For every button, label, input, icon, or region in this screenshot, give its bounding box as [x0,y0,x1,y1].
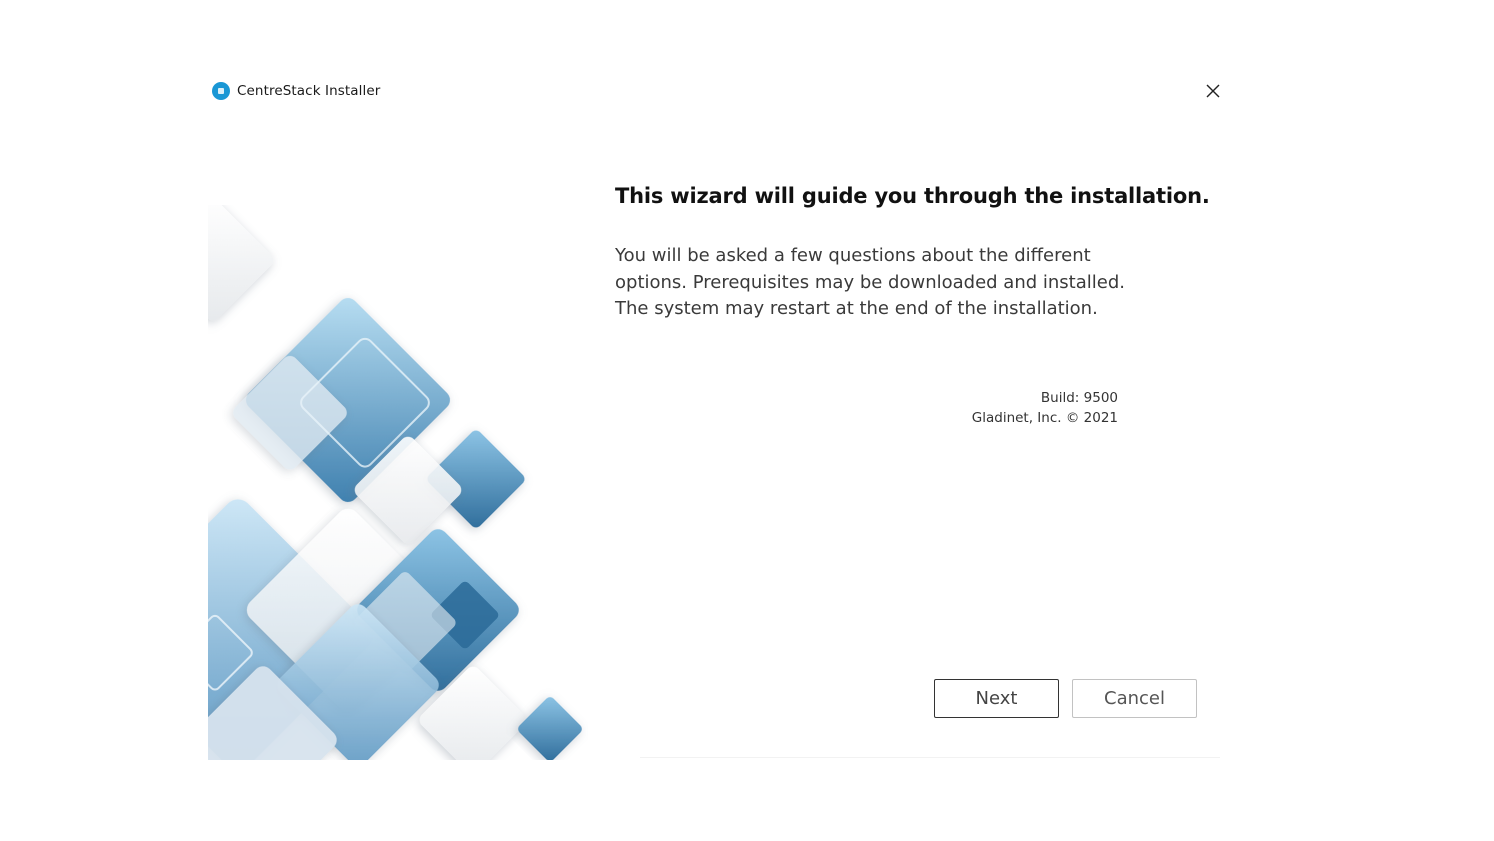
description-text: You will be asked a few questions about … [615,243,1135,323]
build-number: Build: 9500 [1040,390,1118,406]
decorative-diamond-illustration [208,205,588,760]
window-title: CentreStack Installer [237,83,381,99]
cancel-button[interactable]: Cancel [1072,679,1197,718]
installer-window: CentreStack Installer This wizard will g… [0,0,1494,841]
white-diamond [208,205,274,321]
title-bar: CentreStack Installer [212,80,380,102]
build-info: Build: 9500 Gladinet, Inc. © 2021 [900,388,1118,428]
close-button[interactable] [1200,78,1226,104]
centrestack-logo-icon [212,82,230,100]
close-icon [1206,84,1220,98]
page-heading: This wizard will guide you through the i… [615,184,1210,208]
copyright-text: Gladinet, Inc. © 2021 [971,410,1118,426]
description-line: options. Prerequisites may be downloaded… [615,271,1125,293]
description-line: The system may restart at the end of the… [615,298,1098,319]
corner-blue-diamond [518,697,582,760]
divider [640,757,1220,758]
description-line: You will be asked a few questions about … [615,245,1091,266]
next-button[interactable]: Next [934,679,1059,718]
